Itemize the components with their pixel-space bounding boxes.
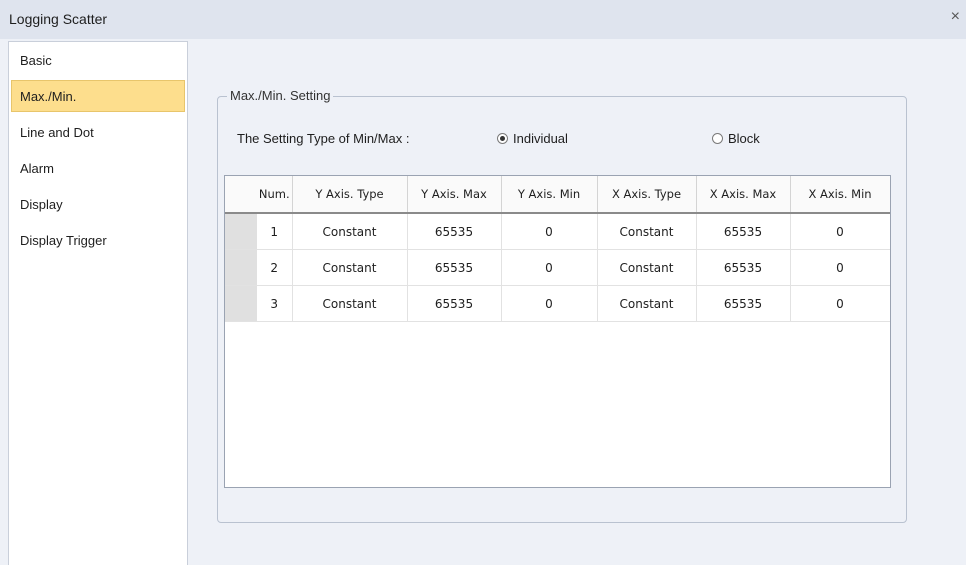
close-icon[interactable]: × (951, 9, 960, 25)
radio-block[interactable]: Block (712, 131, 760, 146)
row-header-corner (225, 176, 257, 214)
column-header[interactable]: X Axis. Min (790, 176, 890, 214)
table-cell[interactable]: 0 (501, 285, 598, 322)
table-cell[interactable]: 65535 (696, 213, 791, 250)
radio-checked-icon (497, 133, 508, 144)
max-min-table: Num. Y Axis. Type Y Axis. Max Y Axis. Mi… (224, 175, 891, 488)
table-cell[interactable]: 65535 (407, 213, 502, 250)
column-header[interactable]: X Axis. Type (597, 176, 697, 214)
row-header[interactable] (225, 213, 257, 250)
table-row[interactable]: 2 Constant 65535 0 Constant 65535 0 (225, 249, 890, 286)
table-cell[interactable]: Constant (597, 249, 697, 286)
table-cell[interactable]: 0 (790, 249, 890, 286)
table-cell[interactable]: Constant (292, 249, 408, 286)
table-cell[interactable]: 65535 (696, 285, 791, 322)
column-header[interactable]: Y Axis. Type (292, 176, 408, 214)
category-nav: Basic Max./Min. Line and Dot Alarm Displ… (8, 41, 188, 565)
nav-item-alarm[interactable]: Alarm (11, 152, 185, 184)
column-header[interactable]: X Axis. Max (696, 176, 791, 214)
table-cell[interactable]: Constant (292, 285, 408, 322)
table-row[interactable]: 3 Constant 65535 0 Constant 65535 0 (225, 285, 890, 322)
nav-item-max-min[interactable]: Max./Min. (11, 80, 185, 112)
radio-unchecked-icon (712, 133, 723, 144)
table-cell[interactable]: 0 (501, 249, 598, 286)
table-cell[interactable]: 65535 (407, 249, 502, 286)
title-bar: Logging Scatter × (0, 0, 966, 39)
column-header[interactable]: Y Axis. Max (407, 176, 502, 214)
table-cell[interactable]: 65535 (696, 249, 791, 286)
nav-item-basic[interactable]: Basic (11, 44, 185, 76)
table-cell[interactable]: 0 (790, 285, 890, 322)
group-title: Max./Min. Setting (227, 88, 334, 103)
table-row[interactable]: 1 Constant 65535 0 Constant 65535 0 (225, 213, 890, 250)
table-header-row: Num. Y Axis. Type Y Axis. Max Y Axis. Mi… (225, 176, 890, 214)
table-cell[interactable]: Constant (597, 285, 697, 322)
row-header[interactable] (225, 285, 257, 322)
row-header[interactable] (225, 249, 257, 286)
setting-type-label: The Setting Type of Min/Max : (237, 131, 410, 146)
table-cell[interactable]: Constant (597, 213, 697, 250)
radio-individual-label: Individual (513, 131, 568, 146)
table-cell[interactable]: 0 (501, 213, 598, 250)
table-cell[interactable]: 65535 (407, 285, 502, 322)
column-header[interactable]: Y Axis. Min (501, 176, 598, 214)
table-cell[interactable]: 2 (257, 249, 293, 286)
table-cell[interactable]: Constant (292, 213, 408, 250)
window-title: Logging Scatter (9, 11, 108, 27)
table-cell[interactable]: 3 (257, 285, 293, 322)
table-cell[interactable]: 1 (257, 213, 293, 250)
column-header[interactable]: Num. (257, 176, 293, 214)
radio-block-label: Block (728, 131, 760, 146)
radio-individual[interactable]: Individual (497, 131, 568, 146)
nav-item-line-and-dot[interactable]: Line and Dot (11, 116, 185, 148)
table-cell[interactable]: 0 (790, 213, 890, 250)
nav-item-display-trigger[interactable]: Display Trigger (11, 224, 185, 256)
nav-item-display[interactable]: Display (11, 188, 185, 220)
